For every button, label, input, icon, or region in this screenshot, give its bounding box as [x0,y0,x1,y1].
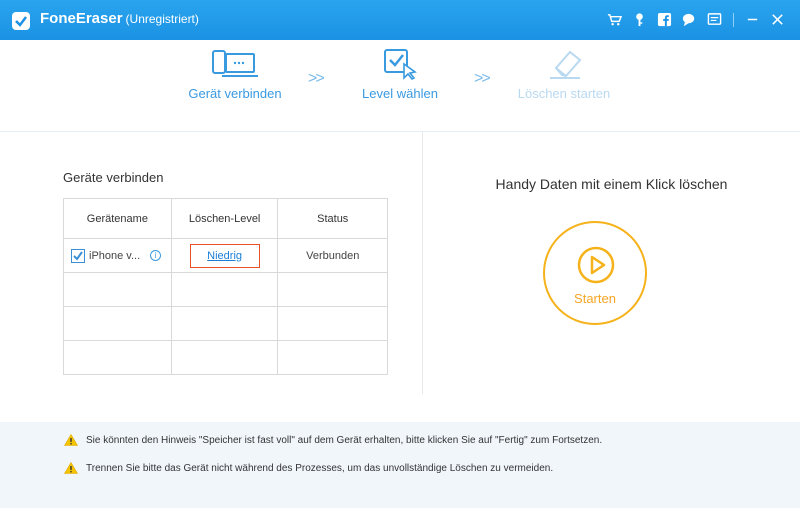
devices-table: Gerätename Löschen-Level Status iPhone v… [63,198,388,375]
status-cell: Verbunden [277,238,388,273]
table-row [63,306,388,341]
app-logo-icon [12,12,30,30]
warning-icon [64,462,78,474]
chat-icon[interactable] [681,11,698,28]
empty-cell [170,340,279,375]
checkbox-pointer-icon [384,49,417,80]
erase-level-link[interactable]: Niedrig [207,250,242,262]
titlebar-separator [733,12,734,27]
minimize-icon[interactable] [744,11,761,28]
notice-item: Sie könnten den Hinweis "Speicher ist fa… [64,434,602,446]
empty-cell [277,306,388,341]
warning-icon [64,434,78,446]
eraser-icon [550,50,582,79]
double-chevron-icon: >> [308,70,325,87]
step-label: Gerät verbinden [188,86,282,101]
empty-cell [277,272,388,307]
step-label: Löschen starten [517,86,611,101]
device-name: iPhone v... [89,249,141,262]
column-header-erase-level: Löschen-Level [170,198,279,239]
cart-icon[interactable] [606,11,623,28]
column-header-status: Status [277,198,388,239]
notice-footer: Sie könnten den Hinweis "Speicher ist fa… [0,422,800,508]
app-title: FoneEraser (Unregistriert) [40,10,199,27]
check-icon [73,250,83,261]
step-connect-device: Gerät verbinden [186,48,284,101]
double-chevron-icon: >> [474,70,491,87]
facebook-icon[interactable] [656,11,673,28]
empty-cell [63,272,172,307]
device-name-cell: iPhone v... i [63,238,172,273]
table-row [63,340,388,375]
step-start-erasing: Löschen starten [514,48,614,101]
erase-level-cell: Niedrig [170,238,279,273]
registration-status: (Unregistriert) [125,12,199,26]
table-row [63,272,388,307]
table-header-row: Gerätename Löschen-Level Status [63,198,388,239]
panel-divider [422,132,423,394]
title-bar: FoneEraser (Unregistriert) [0,0,800,40]
empty-cell [63,306,172,341]
notice-item: Trennen Sie bitte das Gerät nicht währen… [64,462,553,474]
key-icon[interactable] [631,11,648,28]
empty-cell [63,340,172,375]
devices-icon [212,50,258,77]
feedback-icon[interactable] [706,11,723,28]
step-label: Level wählen [362,86,438,101]
erase-level-highlight: Niedrig [189,243,260,268]
step-indicator: Gerät verbinden >> Level wählen >> Lösch… [0,48,800,124]
close-icon[interactable] [769,11,786,28]
table-row: iPhone v... i Niedrig Verbunden [63,238,388,273]
device-checkbox[interactable] [71,248,85,263]
start-button[interactable]: Starten [543,221,647,325]
header-divider [0,131,800,132]
connected-devices-title: Geräte verbinden [63,170,164,185]
step-select-level: Level wählen [358,48,442,101]
titlebar-controls [606,11,786,28]
empty-cell [170,306,279,341]
one-click-erase-title: Handy Daten mit einem Klick löschen [495,176,728,192]
app-name: FoneEraser [40,10,123,27]
column-header-device-name: Gerätename [63,198,172,239]
play-icon [577,246,615,284]
info-icon[interactable]: i [150,250,162,261]
start-button-label: Starten [574,291,616,306]
notice-text: Sie könnten den Hinweis "Speicher ist fa… [86,434,603,446]
empty-cell [277,340,388,375]
empty-cell [170,272,279,307]
notice-text: Trennen Sie bitte das Gerät nicht währen… [86,462,554,474]
